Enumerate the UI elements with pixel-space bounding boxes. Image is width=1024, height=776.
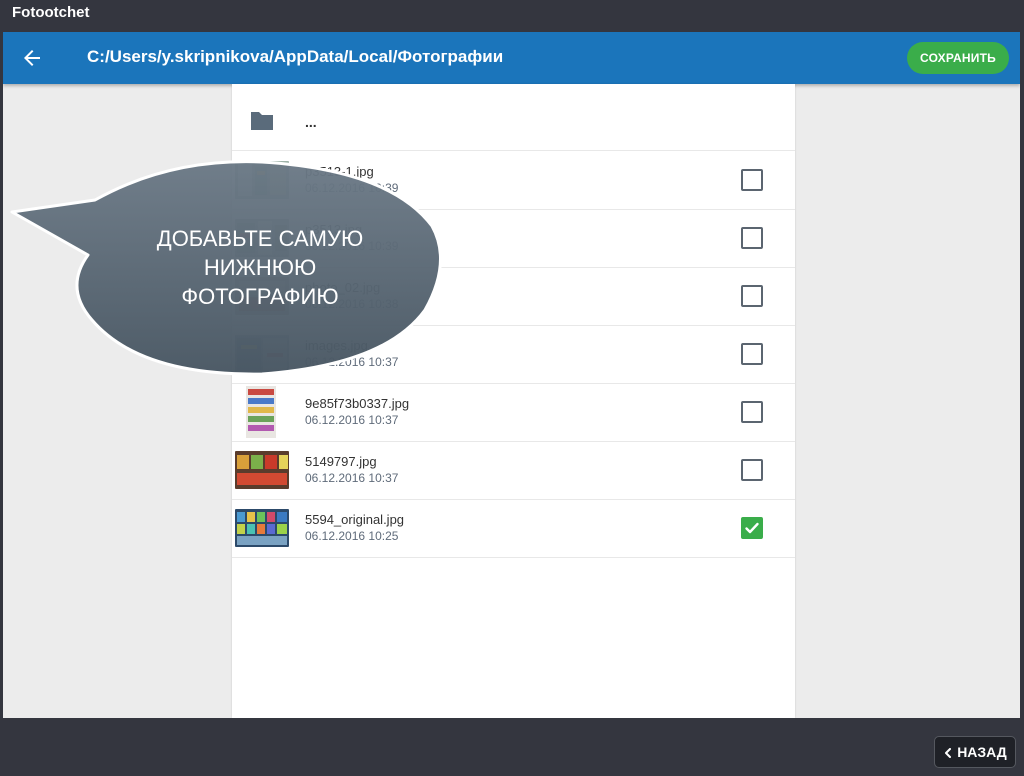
app-title: Fotootchet: [12, 4, 90, 21]
file-checkbox[interactable]: [741, 343, 763, 365]
file-checkbox[interactable]: [741, 227, 763, 249]
toolbar: C:/Users/y.skripnikova/AppData/Local/Фот…: [3, 32, 1020, 84]
file-date: 06.12.2016 10:38: [305, 297, 399, 311]
file-checkbox-checked[interactable]: [741, 517, 763, 539]
file-name: 5594_original.jpg: [305, 512, 405, 527]
file-name: p3513.jpg: [305, 222, 363, 237]
file-row[interactable]: photo_02.jpg 06.12.2016 10:38: [232, 267, 795, 326]
parent-folder-label: ...: [305, 114, 317, 130]
file-checkbox[interactable]: [741, 169, 763, 191]
file-date: 06.12.2016 10:37: [305, 413, 399, 427]
file-row[interactable]: images.jpg 06.12.2016 10:37: [232, 325, 795, 384]
file-checkbox[interactable]: [741, 459, 763, 481]
photo-thumbnail: [235, 161, 289, 199]
file-row[interactable]: 9e85f73b0337.jpg 06.12.2016 10:37: [232, 383, 795, 442]
nav-back-label: НАЗАД: [957, 744, 1007, 760]
photo-thumbnail: [235, 451, 289, 489]
file-row[interactable]: 5594_original.jpg 06.12.2016 10:25: [232, 499, 795, 558]
file-date: 06.12.2016 10:37: [305, 355, 399, 369]
photo-thumbnail: [235, 277, 289, 315]
file-name: p3513-1.jpg: [305, 164, 374, 179]
file-name: photo_02.jpg: [305, 280, 381, 295]
photo-thumbnail: [235, 509, 289, 547]
file-row[interactable]: p3513.jpg 06.12.2016 10:39: [232, 209, 795, 268]
file-list: ... p3513-1.jpg 06.12.2016 10:39 p3513.j…: [232, 84, 795, 718]
photo-thumbnail: [246, 386, 276, 438]
file-date: 06.12.2016 10:25: [305, 529, 399, 543]
file-date: 06.12.2016 10:39: [305, 239, 399, 253]
arrow-left-icon[interactable]: [20, 46, 44, 70]
check-icon: [745, 522, 759, 534]
app-window: C:/Users/y.skripnikova/AppData/Local/Фот…: [3, 32, 1020, 718]
file-name: 5149797.jpg: [305, 454, 377, 469]
current-path: C:/Users/y.skripnikova/AppData/Local/Фот…: [87, 47, 504, 66]
file-date: 06.12.2016 10:39: [305, 181, 399, 195]
file-row[interactable]: 5149797.jpg 06.12.2016 10:37: [232, 441, 795, 500]
chevron-left-icon: [945, 748, 952, 758]
folder-icon: [251, 112, 273, 130]
save-button[interactable]: СОХРАНИТЬ: [907, 42, 1009, 74]
parent-folder-item[interactable]: ...: [232, 92, 795, 151]
file-checkbox[interactable]: [741, 285, 763, 307]
file-name: 9e85f73b0337.jpg: [305, 396, 410, 411]
nav-back-button[interactable]: НАЗАД: [934, 736, 1016, 768]
file-row[interactable]: p3513-1.jpg 06.12.2016 10:39: [232, 151, 795, 210]
file-name: images.jpg: [305, 338, 368, 353]
file-date: 06.12.2016 10:37: [305, 471, 399, 485]
photo-thumbnail: [235, 335, 289, 373]
photo-thumbnail: [235, 219, 289, 257]
file-checkbox[interactable]: [741, 401, 763, 423]
